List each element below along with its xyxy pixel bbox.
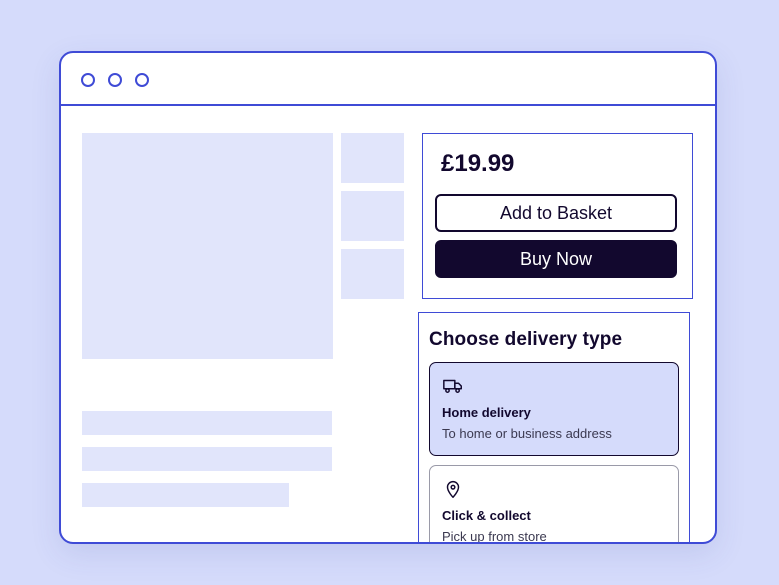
product-thumbnail[interactable] <box>341 249 404 299</box>
truck-icon <box>443 379 462 393</box>
window-control-dot[interactable] <box>108 73 122 87</box>
delivery-option-subtitle: To home or business address <box>442 426 612 441</box>
window-control-dot[interactable] <box>81 73 95 87</box>
text-placeholder-line <box>82 483 289 507</box>
product-price: £19.99 <box>441 150 515 177</box>
delivery-panel: Choose delivery type Home delivery To ho… <box>418 312 690 544</box>
browser-window: £19.99 Add to Basket Buy Now Choose deli… <box>59 51 717 544</box>
delivery-option-subtitle: Pick up from store <box>442 529 547 544</box>
text-placeholder-line <box>82 411 332 435</box>
delivery-title: Choose delivery type <box>429 329 623 350</box>
add-to-basket-button[interactable]: Add to Basket <box>435 194 677 232</box>
buy-now-button[interactable]: Buy Now <box>435 240 677 278</box>
product-thumbnail[interactable] <box>341 191 404 241</box>
delivery-option-title: Home delivery <box>442 405 531 420</box>
text-placeholder-line <box>82 447 332 471</box>
delivery-option-home[interactable]: Home delivery To home or business addres… <box>429 362 679 456</box>
delivery-option-title: Click & collect <box>442 508 531 523</box>
purchase-panel: £19.99 Add to Basket Buy Now <box>422 133 693 299</box>
title-bar <box>61 53 715 106</box>
window-control-dot[interactable] <box>135 73 149 87</box>
location-pin-icon <box>446 481 460 498</box>
product-thumbnail[interactable] <box>341 133 404 183</box>
product-main-image <box>82 133 333 359</box>
delivery-option-collect[interactable]: Click & collect Pick up from store <box>429 465 679 544</box>
